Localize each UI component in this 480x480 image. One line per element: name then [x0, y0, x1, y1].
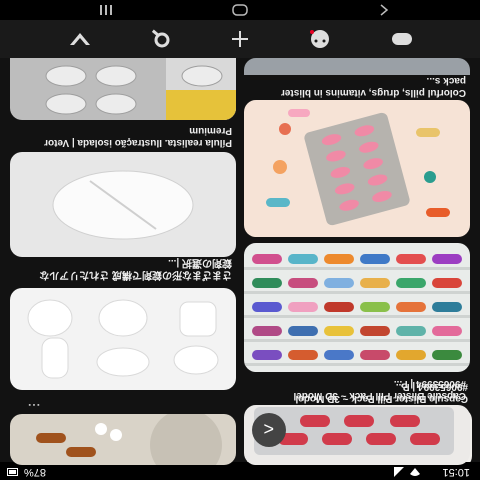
recents-button[interactable]: [98, 3, 114, 17]
pin-image-blister-top[interactable]: [244, 58, 470, 75]
smiley-icon[interactable]: [306, 26, 334, 52]
compass-icon[interactable]: [66, 26, 94, 52]
bottom-nav-bar: [0, 20, 480, 58]
back-button[interactable]: [376, 3, 392, 17]
more-row: ...: [10, 401, 236, 415]
signal-icon: [394, 467, 404, 477]
pin-caption-colorful-blister: Colorful pills, drugs, vitamins in blist…: [280, 75, 466, 98]
pin-image-colorful-blister[interactable]: [244, 100, 470, 237]
clock: 10:51: [442, 466, 470, 478]
pin-image-blister-strip[interactable]: [10, 58, 236, 120]
more-options-button[interactable]: ...: [27, 401, 40, 415]
pin-image-pill-shelves[interactable]: [244, 243, 470, 372]
system-nav-bar: [0, 0, 480, 20]
wifi-icon: [410, 467, 420, 477]
battery-percent: 87%: [24, 466, 47, 478]
next-button[interactable]: >: [252, 413, 286, 447]
pin-caption-round-pill: Pílula realista. Ilustração isolada | Ve…: [44, 125, 232, 148]
profile-icon[interactable]: [388, 26, 416, 52]
pin-caption-capsule-blister: Capsule Blister Pill Pack ~ 3D Model #90…: [293, 378, 466, 401]
pin-image-white-pills[interactable]: [10, 288, 236, 390]
home-button[interactable]: [232, 3, 248, 17]
battery-icon: [7, 467, 18, 477]
pin-image-capsule-blister[interactable]: >: [244, 405, 470, 465]
pin-image-round-pill[interactable]: [10, 152, 236, 257]
pin-caption-white-pills: さまざまな形の錠剤で構成 されたリアルな錠剤の選択 |...: [39, 257, 232, 280]
pin-image-pills-glass[interactable]: [10, 414, 236, 465]
screen: 10:51 87% Capsule Blister Pill Pack ~ 3D…: [0, 0, 480, 480]
search-icon[interactable]: [146, 26, 174, 52]
add-icon[interactable]: [226, 26, 254, 52]
